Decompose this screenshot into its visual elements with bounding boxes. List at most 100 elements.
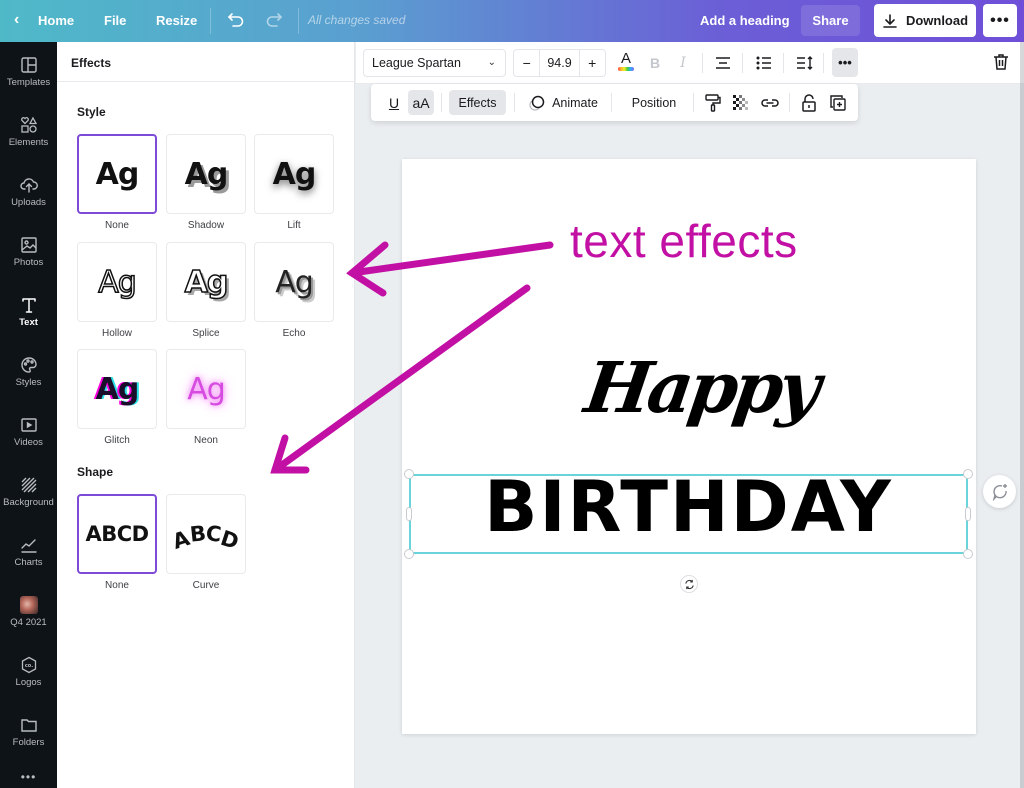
align-center-button[interactable] bbox=[712, 52, 734, 74]
text-color-letter: A bbox=[620, 49, 631, 67]
sidebar-label: Videos bbox=[14, 437, 43, 448]
sidebar-label: Styles bbox=[15, 377, 42, 388]
download-icon bbox=[883, 13, 897, 28]
bullet-list-icon bbox=[756, 56, 771, 70]
rotate-handle[interactable] bbox=[680, 575, 698, 593]
font-family-select[interactable]: League Spartan ⌄ bbox=[363, 49, 506, 77]
style-splice-card[interactable]: Ag bbox=[166, 242, 246, 322]
style-echo-card[interactable]: Ag bbox=[254, 242, 334, 322]
sidebar-item-logos[interactable]: co. Logos bbox=[0, 656, 57, 712]
style-hollow-card[interactable]: Ag bbox=[77, 242, 157, 322]
arrowhead-style bbox=[346, 241, 389, 297]
top-bar: ‹ Home File Resize All changes saved Add… bbox=[0, 0, 1024, 42]
italic-button[interactable]: I bbox=[672, 52, 694, 74]
videos-icon bbox=[20, 418, 37, 432]
paint-format-button[interactable] bbox=[703, 90, 723, 115]
effects-button[interactable]: Effects bbox=[449, 90, 506, 115]
resize-handle-top-left[interactable] bbox=[404, 469, 414, 479]
style-lift-card[interactable]: Ag bbox=[254, 134, 334, 214]
spacing-button[interactable] bbox=[794, 52, 816, 74]
download-button[interactable]: Download bbox=[874, 4, 976, 37]
elements-icon bbox=[20, 116, 37, 133]
sidebar-item-templates[interactable]: Templates bbox=[0, 56, 57, 112]
shape-label: None bbox=[105, 580, 129, 591]
font-family-value: League Spartan bbox=[372, 56, 461, 70]
divider bbox=[702, 53, 703, 73]
selection-box bbox=[409, 474, 968, 554]
share-button[interactable]: Share bbox=[801, 5, 860, 36]
download-label: Download bbox=[905, 13, 969, 28]
sidebar-item-text[interactable]: Text bbox=[0, 296, 57, 352]
undo-icon[interactable] bbox=[226, 9, 246, 29]
style-neon-card[interactable]: Ag bbox=[166, 349, 246, 429]
canvas-text-happy[interactable]: Happy bbox=[580, 346, 822, 429]
text-toolbar: League Spartan ⌄ − 94.9 + A B I ••• bbox=[356, 42, 1024, 84]
sidebar-item-background[interactable]: Background bbox=[0, 476, 57, 532]
resize-handle-top-right[interactable] bbox=[963, 469, 973, 479]
decrease-font-size-button[interactable]: − bbox=[514, 50, 539, 76]
background-icon bbox=[21, 477, 36, 493]
sidebar-item-videos[interactable]: Videos bbox=[0, 416, 57, 472]
file-menu[interactable]: File bbox=[104, 13, 126, 28]
more-text-options-button[interactable]: ••• bbox=[832, 48, 858, 77]
style-preview: Ag bbox=[184, 264, 229, 301]
style-label: Echo bbox=[282, 328, 306, 339]
shape-preview: ABCD bbox=[85, 522, 149, 546]
chevron-down-icon: ⌄ bbox=[487, 57, 496, 68]
more-options-button[interactable]: ••• bbox=[983, 4, 1017, 37]
back-chevron-icon[interactable]: ‹ bbox=[14, 11, 19, 29]
font-size-stepper: − 94.9 + bbox=[513, 49, 606, 77]
style-glitch-card[interactable]: Ag bbox=[77, 349, 157, 429]
text-color-button[interactable]: A bbox=[615, 50, 637, 72]
sidebar-item-uploads[interactable]: Uploads bbox=[0, 176, 57, 232]
underline-button[interactable]: U bbox=[383, 90, 405, 115]
sidebar-item-folders[interactable]: Folders bbox=[0, 716, 57, 772]
home-button[interactable]: Home bbox=[38, 13, 74, 28]
sidebar-item-charts[interactable]: Charts bbox=[0, 536, 57, 592]
list-button[interactable] bbox=[753, 52, 775, 74]
sidebar-item-q4-2021[interactable]: Q4 2021 bbox=[0, 596, 57, 652]
align-center-icon bbox=[716, 57, 730, 69]
shape-preview-curved: ABCD bbox=[170, 521, 242, 554]
resize-handle-bottom-left[interactable] bbox=[404, 549, 414, 559]
increase-font-size-button[interactable]: + bbox=[580, 50, 605, 76]
lock-button[interactable] bbox=[799, 90, 819, 115]
shape-label: Curve bbox=[192, 580, 220, 591]
scrollbar[interactable] bbox=[1020, 42, 1024, 788]
divider bbox=[514, 93, 515, 112]
add-comment-button[interactable] bbox=[983, 475, 1016, 508]
design-title[interactable]: Add a heading bbox=[700, 13, 790, 28]
redo-icon[interactable] bbox=[264, 9, 284, 29]
resize-button[interactable]: Resize bbox=[156, 13, 197, 28]
letter-case-button[interactable]: aA bbox=[408, 90, 434, 115]
bold-button[interactable]: B bbox=[644, 52, 666, 74]
divider bbox=[783, 53, 784, 73]
uploads-icon bbox=[19, 178, 38, 193]
resize-handle-right[interactable] bbox=[965, 507, 971, 521]
link-button[interactable] bbox=[759, 90, 781, 115]
resize-handle-left[interactable] bbox=[406, 507, 412, 521]
resize-handle-bottom-right[interactable] bbox=[963, 549, 973, 559]
animate-button[interactable]: Animate bbox=[523, 90, 603, 115]
font-size-input[interactable]: 94.9 bbox=[539, 50, 580, 76]
svg-text:co.: co. bbox=[24, 663, 32, 669]
style-label: Splice bbox=[192, 328, 220, 339]
sidebar-item-photos[interactable]: Photos bbox=[0, 236, 57, 292]
position-button[interactable]: Position bbox=[623, 90, 685, 115]
sidebar-label: Text bbox=[19, 317, 38, 328]
delete-trash-icon[interactable] bbox=[991, 52, 1011, 72]
annotation-label: text effects bbox=[570, 215, 798, 267]
unlock-icon bbox=[802, 93, 816, 112]
shape-curve-card[interactable]: ABCD bbox=[166, 494, 246, 574]
transparency-button[interactable] bbox=[731, 90, 751, 115]
save-status: All changes saved bbox=[308, 13, 406, 27]
folders-icon bbox=[20, 719, 37, 732]
sidebar-label: Charts bbox=[14, 557, 43, 568]
shape-none-card[interactable]: ABCD bbox=[77, 494, 157, 574]
sidebar-item-elements[interactable]: Elements bbox=[0, 116, 57, 172]
duplicate-button[interactable] bbox=[827, 90, 849, 115]
sidebar-more-button[interactable]: ••• bbox=[0, 770, 57, 784]
style-none-card[interactable]: Ag bbox=[77, 134, 157, 214]
sidebar-item-styles[interactable]: Styles bbox=[0, 356, 57, 412]
style-shadow-card[interactable]: Ag bbox=[166, 134, 246, 214]
